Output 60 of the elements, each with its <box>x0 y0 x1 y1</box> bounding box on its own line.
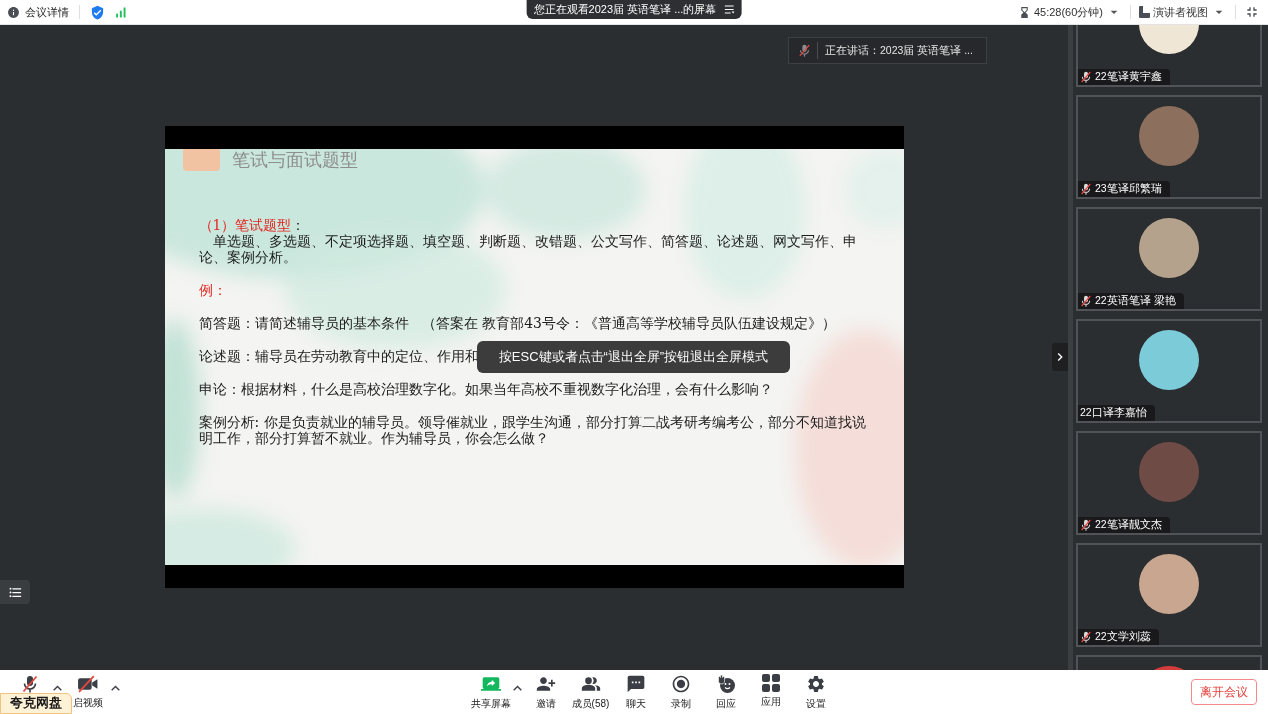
sharing-notice: 您正在观看2023届 英语笔译 ...的屏幕 <box>533 2 717 18</box>
record-icon <box>670 674 691 694</box>
participant-name: 22口译李嘉怡 <box>1080 405 1147 421</box>
settings-icon <box>805 674 826 694</box>
leave-meeting-button[interactable]: 离开会议 <box>1191 679 1257 705</box>
toolbar-button[interactable]: 聊天 <box>613 670 658 710</box>
toolbar-button[interactable]: 共享屏幕 <box>471 670 511 710</box>
exit-fullscreen-icon[interactable] <box>1244 4 1260 20</box>
meeting-info-button[interactable]: 会议详情 <box>7 3 69 21</box>
toolbar-button[interactable]: 设置 <box>793 670 838 710</box>
caret-up-icon[interactable] <box>110 685 120 691</box>
participant-name: 23笔译邱繁瑞 <box>1095 181 1162 197</box>
fullscreen-hint: 按ESC键或者点击“退出全屏”按钮退出全屏模式 <box>477 341 790 373</box>
caret-up-icon[interactable] <box>52 685 62 691</box>
view-mode-dropdown[interactable]: 演讲者视图 <box>1139 3 1227 21</box>
shield-check-icon[interactable] <box>90 4 105 20</box>
info-icon <box>7 5 20 19</box>
participant-tile[interactable]: 23笔译邱繁瑞 <box>1076 95 1262 199</box>
mic-off-icon <box>1080 631 1092 643</box>
list-button[interactable] <box>0 580 30 604</box>
chat-bubble-icon <box>625 674 646 694</box>
mic-off-icon <box>1080 295 1092 307</box>
toolbar-button[interactable]: 录制 <box>658 670 703 710</box>
mic-off-icon <box>798 44 811 57</box>
layout-icon <box>1139 6 1150 18</box>
timer-dropdown[interactable]: 45:28(60分钟) <box>1017 3 1122 21</box>
participant-tile[interactable]: 22口译李嘉怡 <box>1076 319 1262 423</box>
speaking-text: 正在讲话：2023届 英语笔译 ... <box>825 42 973 58</box>
participant-tile[interactable]: 22笔译黄宇鑫 <box>1076 25 1262 87</box>
grid-icon <box>761 674 780 692</box>
toolbar-button[interactable]: 成员(58) <box>568 670 613 710</box>
floating-tab[interactable]: 夸克网盘 <box>0 693 72 714</box>
slide-paragraph: 单选题、多选题、不定项选择题、填空题、判断题、改错题、公文写作、简答题、论述题、网文写作、申论、案例分析。 <box>198 233 858 265</box>
collapse-sidebar-button[interactable] <box>1052 343 1068 371</box>
toolbar-button[interactable]: 回应 <box>703 670 748 710</box>
participant-name: 22笔译黄宇鑫 <box>1095 69 1162 85</box>
participant-tile[interactable]: 22英语笔译 梁艳 <box>1076 207 1262 311</box>
section-heading: （1）笔试题型： <box>198 217 306 233</box>
screen-share-icon <box>481 674 501 694</box>
participant-name: 22英语笔译 梁艳 <box>1095 293 1176 309</box>
mic-off-icon <box>1080 71 1092 83</box>
slide-title: 笔试与面试题型 <box>231 149 358 170</box>
participant-tile[interactable]: 22文学刘蕊 <box>1076 543 1262 647</box>
slide-paragraph: 案例分析: 你是负责就业的辅导员。领导催就业，跟学生沟通，部分打算二战考研考编考公，部分不知道找说明工作，部分打算暂不就业。作为辅导员，你会怎么做？ <box>198 414 867 446</box>
section-heading: 例： <box>198 282 227 298</box>
participant-name: 22笔译靓文杰 <box>1095 517 1162 533</box>
slide-paragraph: 申论：根据材料，什么是高校治理数字化。如果当年高校不重视数字化治理，会有什么影响？ <box>198 381 773 397</box>
slide-paragraph: 简答题：请简述辅导员的基本条件 （答案在 教育部43号令：《普通高等学校辅导员队伍建设规定》） <box>198 315 836 331</box>
mic-off-icon <box>1080 183 1092 195</box>
caret-up-icon[interactable] <box>512 685 522 691</box>
title-marker-icon <box>182 149 220 171</box>
toolbar-button[interactable]: 应用 <box>748 670 793 708</box>
person-add-icon <box>535 674 556 694</box>
hand-face-icon <box>715 674 736 694</box>
mic-off-icon <box>1080 519 1092 531</box>
menu-lines-icon[interactable] <box>724 5 735 14</box>
participant-tile[interactable]: 22笔译靓文杰 <box>1076 431 1262 535</box>
participant-name: 22文学刘蕊 <box>1095 629 1151 645</box>
people-icon <box>580 674 601 694</box>
toolbar-button[interactable]: 邀请 <box>523 670 568 710</box>
